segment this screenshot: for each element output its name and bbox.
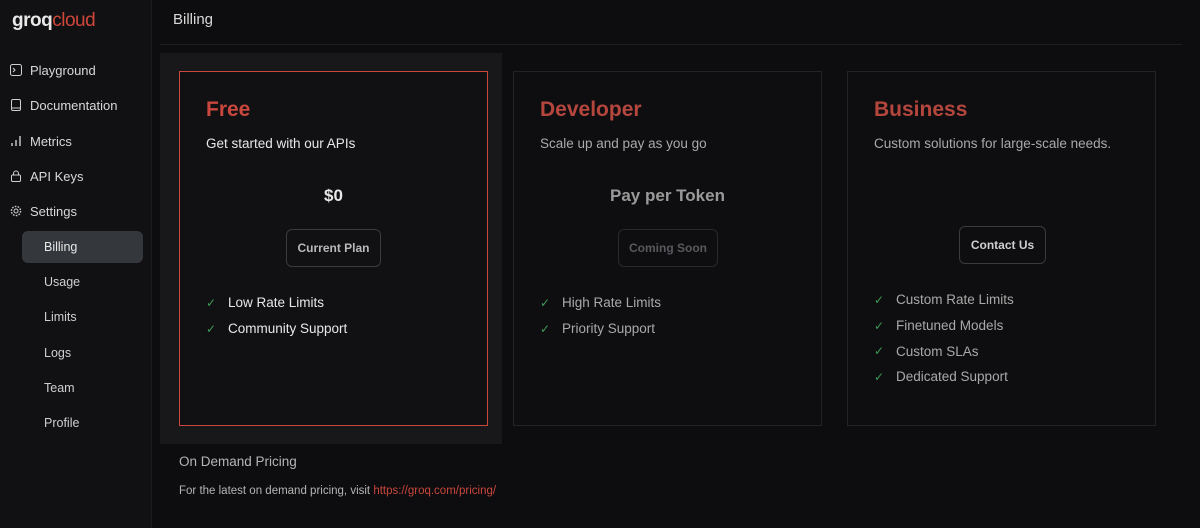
check-icon: ✓ [874, 369, 885, 384]
plan-card-business: Business Custom solutions for large-scal… [847, 71, 1156, 426]
sidebar-item-profile[interactable]: Profile [22, 407, 143, 439]
book-icon [11, 99, 21, 111]
check-icon: ✓ [206, 321, 217, 336]
feature-item: ✓ Community Support [206, 316, 347, 342]
feature-label: Community Support [228, 321, 348, 337]
feature-label: High Rate Limits [562, 295, 662, 311]
sidebar-item-label: API Keys [30, 168, 84, 184]
check-icon: ✓ [874, 292, 885, 307]
plan-description: Get started with our APIs [206, 136, 356, 151]
on-demand-text: For the latest on demand pricing, visit … [179, 485, 496, 497]
feature-label: Custom SLAs [896, 343, 979, 359]
lock-icon [11, 170, 21, 182]
logo-text-cloud: cloud [52, 10, 96, 31]
sidebar-item-limits[interactable]: Limits [22, 301, 143, 333]
sidebar-item-billing[interactable]: Billing [22, 231, 143, 263]
check-icon: ✓ [540, 321, 551, 336]
sidebar-item-logs[interactable]: Logs [22, 337, 143, 369]
groqcloud-logo[interactable]: groqcloud [12, 10, 96, 32]
on-demand-text-label: For the latest on demand pricing, visit [179, 485, 374, 497]
feature-item: ✓ Custom Rate Limits [874, 287, 1014, 313]
sidebar-item-team[interactable]: Team [22, 372, 143, 404]
feature-item: ✓ Finetuned Models [874, 313, 1014, 339]
check-icon: ✓ [540, 295, 551, 310]
feature-list: ✓ High Rate Limits ✓ Priority Support [540, 290, 661, 341]
sidebar-item-settings[interactable]: Settings [10, 199, 77, 223]
feature-item: ✓ Low Rate Limits [206, 290, 347, 316]
sidebar-item-label: Settings [30, 203, 77, 219]
feature-item: ✓ High Rate Limits [540, 290, 661, 316]
feature-label: Dedicated Support [896, 369, 1008, 385]
sidebar-item-api-keys[interactable]: API Keys [10, 164, 83, 188]
sidebar-item-label: Metrics [30, 133, 72, 149]
contact-us-button[interactable]: Contact Us [959, 226, 1046, 264]
check-icon: ✓ [874, 344, 885, 359]
bar-chart-icon [11, 136, 21, 146]
feature-label: Low Rate Limits [228, 295, 325, 311]
current-plan-button[interactable]: Current Plan [286, 229, 381, 267]
feature-label: Priority Support [562, 321, 656, 337]
coming-soon-button[interactable]: Coming Soon [618, 229, 718, 267]
feature-item: ✓ Custom SLAs [874, 338, 1014, 364]
sidebar-item-metrics[interactable]: Metrics [10, 129, 72, 153]
header-divider [160, 44, 1182, 45]
sidebar-item-usage[interactable]: Usage [22, 266, 143, 298]
plan-title: Free [206, 98, 251, 121]
feature-list: ✓ Low Rate Limits ✓ Community Support [206, 290, 347, 341]
feature-item: ✓ Dedicated Support [874, 364, 1014, 390]
feature-item: ✓ Priority Support [540, 316, 661, 342]
plan-card-developer: Developer Scale up and pay as you go Pay… [513, 71, 822, 426]
sidebar-item-label: Playground [30, 62, 96, 78]
sidebar-item-label: Documentation [30, 97, 118, 113]
feature-list: ✓ Custom Rate Limits ✓ Finetuned Models ✓ C… [874, 287, 1014, 390]
plan-price: $0 [324, 186, 343, 205]
page-title: Billing [173, 11, 214, 28]
feature-label: Custom Rate Limits [896, 292, 1014, 308]
plan-description: Custom solutions for large-scale needs. [874, 136, 1112, 151]
plan-description: Scale up and pay as you go [540, 136, 707, 151]
sidebar-item-playground[interactable]: Playground [10, 58, 96, 82]
check-icon: ✓ [206, 295, 217, 310]
terminal-icon [10, 64, 22, 76]
sidebar-item-documentation[interactable]: Documentation [10, 93, 117, 117]
gear-icon [10, 205, 22, 217]
sidebar: groqcloud Playground Documentation Metri… [0, 0, 152, 528]
on-demand-title: On Demand Pricing [179, 454, 297, 469]
feature-label: Finetuned Models [896, 318, 1004, 334]
pricing-link[interactable]: https://groq.com/pricing/ [373, 485, 496, 497]
plan-price: Pay per Token [610, 186, 725, 205]
logo-text-groq: groq [12, 10, 53, 31]
check-icon: ✓ [874, 318, 885, 333]
plan-card-free: Free Get started with our APIs $0 Curren… [179, 71, 488, 426]
plan-title: Business [874, 98, 968, 121]
plan-title: Developer [540, 98, 642, 121]
